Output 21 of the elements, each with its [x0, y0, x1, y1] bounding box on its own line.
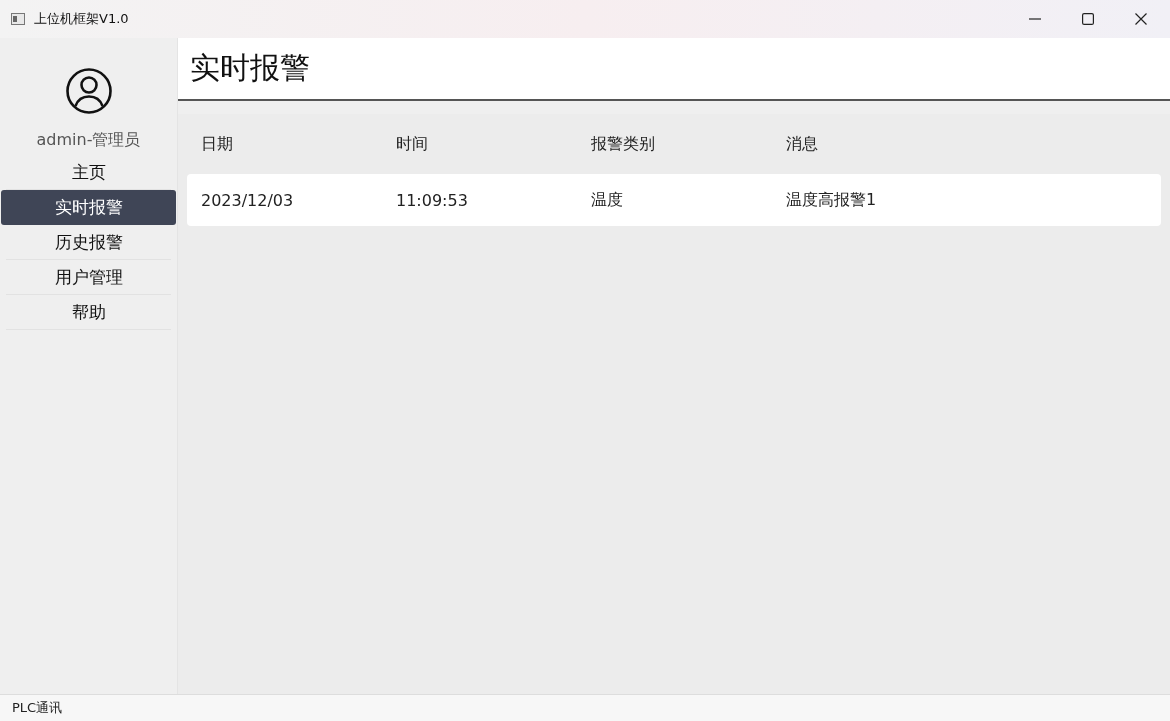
table-cell-text: 2023/12/03 [201, 190, 295, 210]
close-icon[interactable] [1135, 13, 1147, 25]
column-header: 报警类别 [591, 133, 656, 155]
column-header: 时间 [396, 133, 429, 155]
maximize-icon[interactable] [1082, 13, 1094, 25]
column-header: 日期 [201, 133, 234, 155]
user-name: admin-管理员 [36, 130, 141, 151]
status-text: PLC通讯 [12, 699, 63, 717]
app-icon [11, 13, 25, 25]
nav-item[interactable]: 历史报警 [6, 225, 171, 260]
table-cell-text: 温度高报警1 [786, 189, 878, 211]
table-row[interactable]: 2023/12/03 11:09:53 温度 温度高报警1 [187, 174, 1161, 226]
nav-item[interactable]: 帮助 [6, 295, 171, 330]
table-cell-text: 温度 [591, 189, 624, 211]
table-cell-text: 11:09:53 [396, 190, 469, 210]
window-title: 上位机框架V1.0 [34, 10, 129, 28]
nav-item[interactable]: 实时报警 [1, 190, 176, 225]
user-icon [65, 68, 112, 114]
page-title: 实时报警 [190, 49, 310, 87]
nav-item[interactable]: 用户管理 [6, 260, 171, 295]
column-header: 消息 [786, 133, 819, 155]
